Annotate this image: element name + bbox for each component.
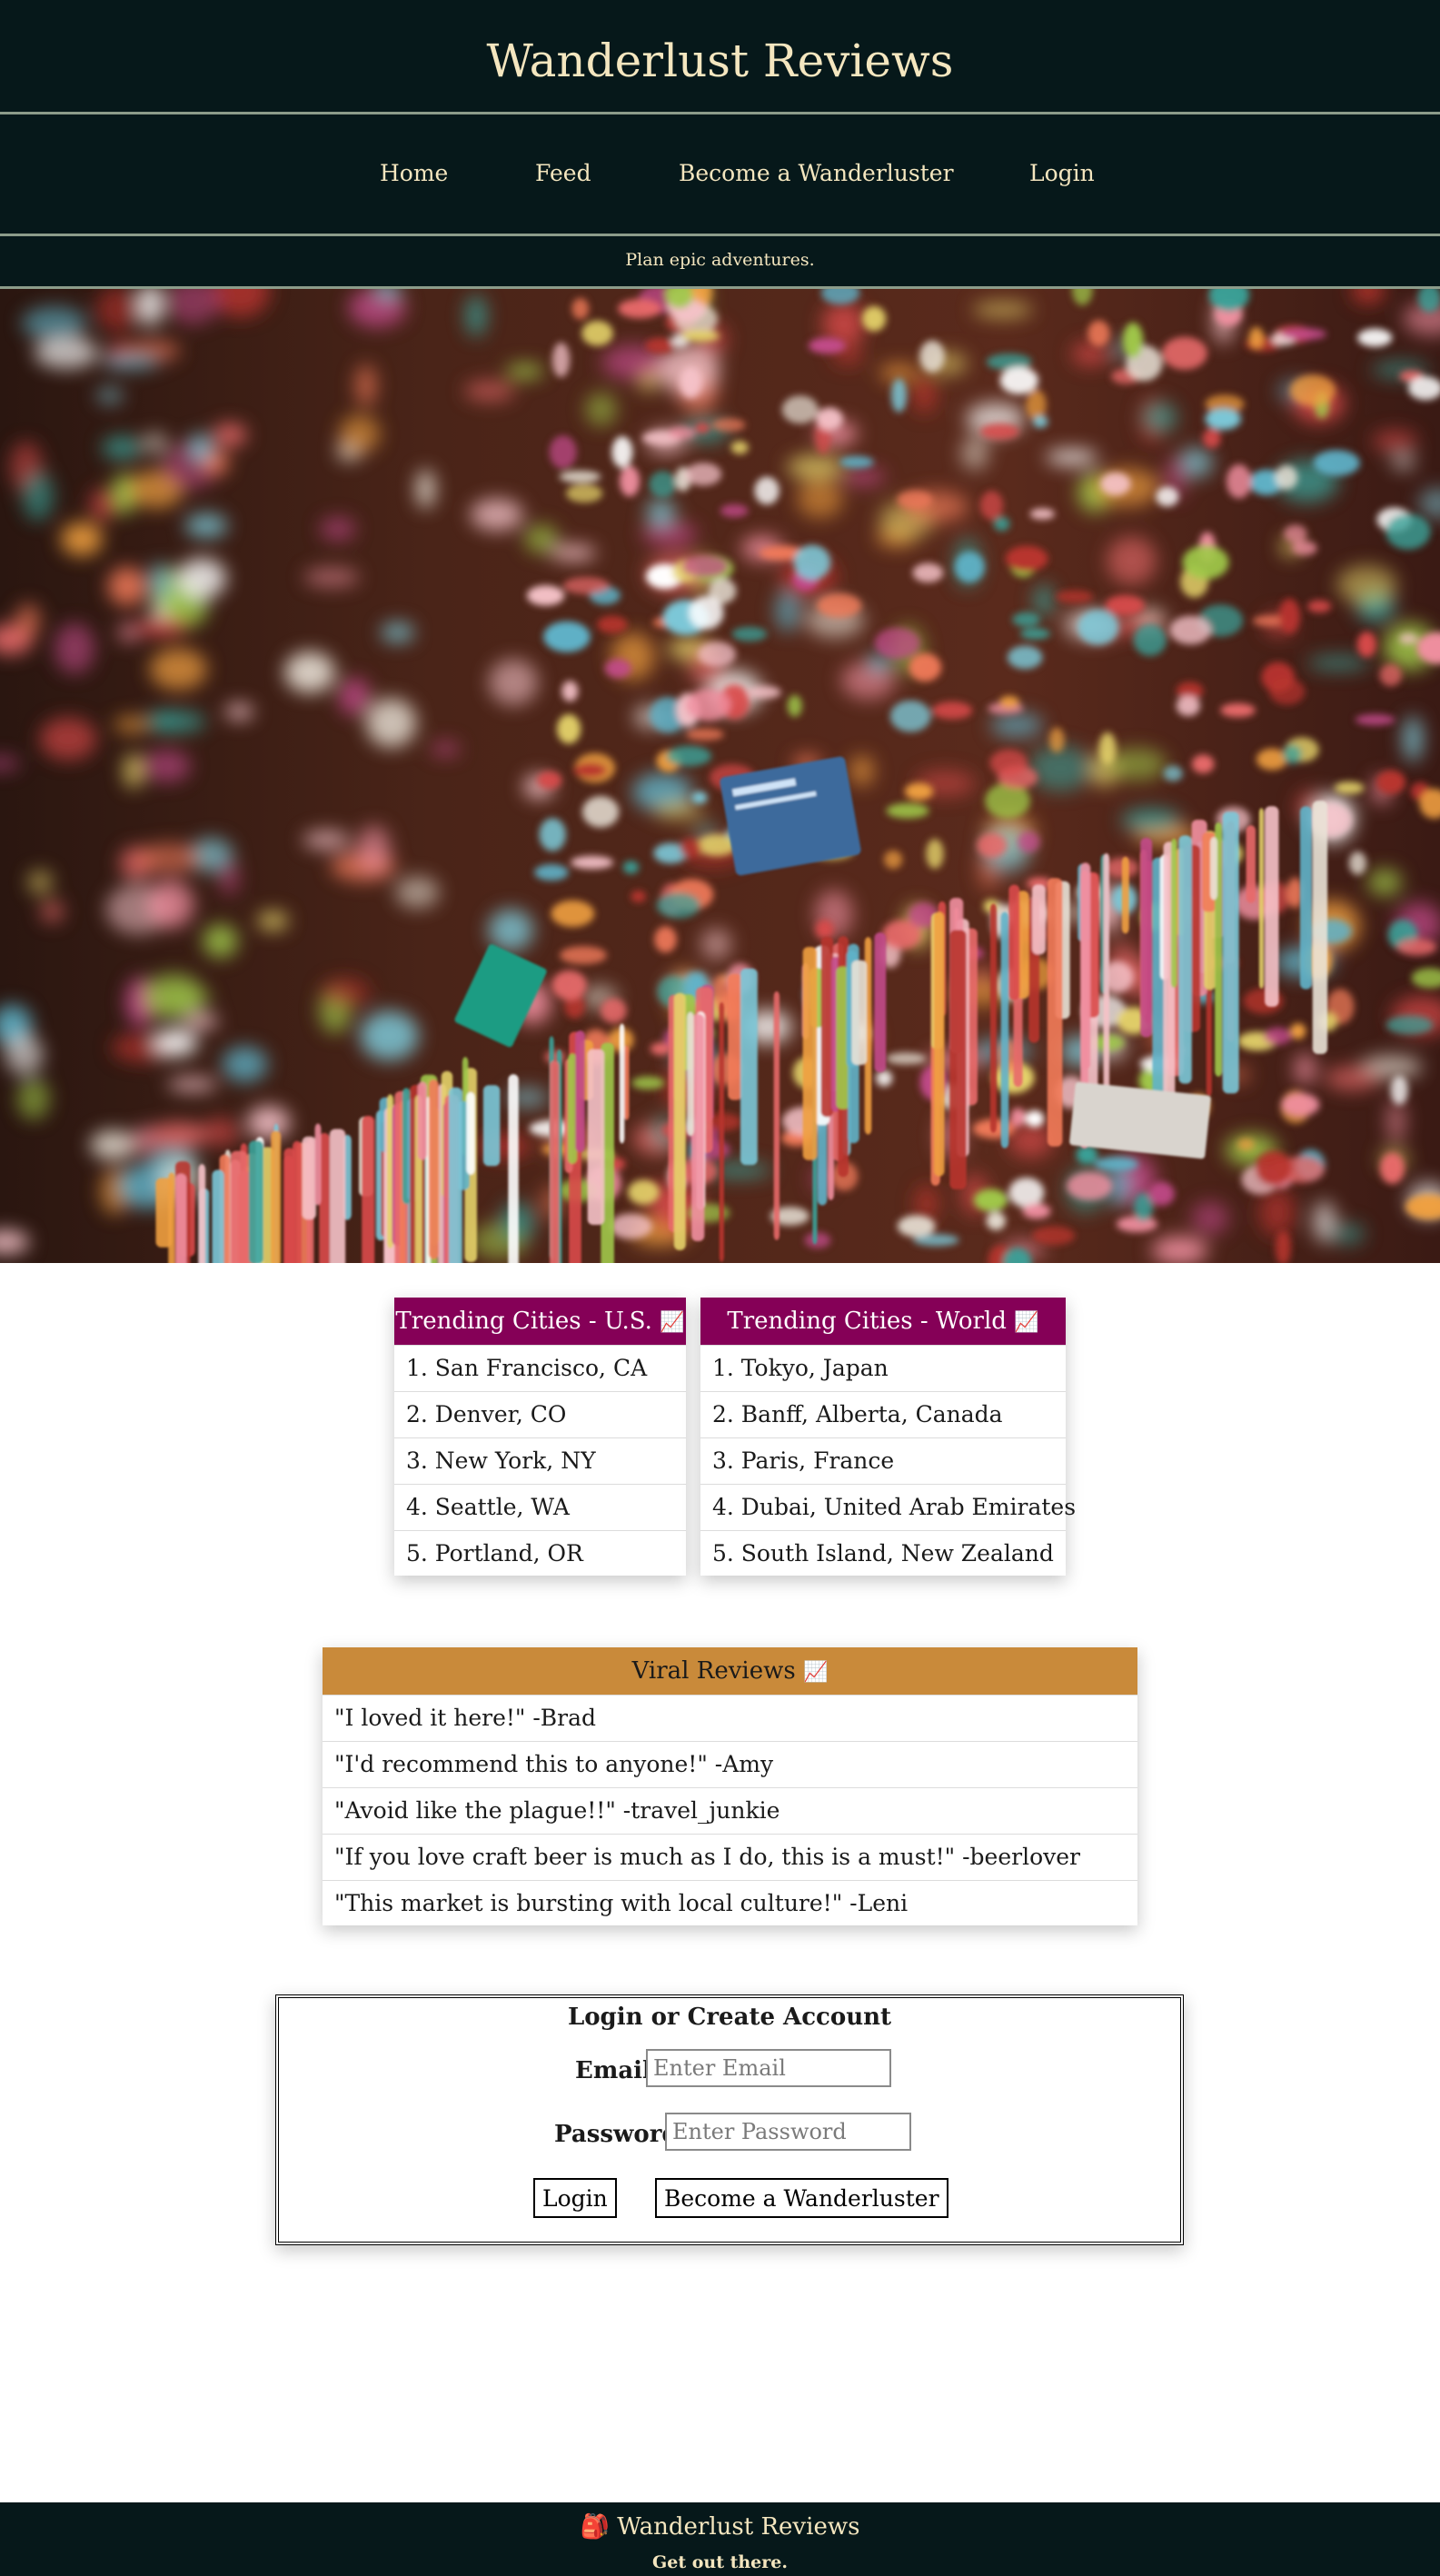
trending-us-item[interactable]: 2. Denver, CO (394, 1391, 686, 1437)
header-divider (0, 112, 1440, 114)
trending-us-title: Trending Cities - U.S. (395, 1308, 652, 1335)
become-wanderluster-button[interactable]: Become a Wanderluster (655, 2178, 948, 2218)
trending-us-item[interactable]: 5. Portland, OR (394, 1530, 686, 1576)
email-label: Email (575, 2057, 651, 2084)
review-item[interactable]: "Avoid like the plague!!" -travel_junkie (323, 1787, 1137, 1834)
login-form: Login or Create Account Email Password L… (275, 1994, 1184, 2245)
chart-increasing-icon: 📈 (802, 1661, 829, 1684)
gum-wall-photo (0, 289, 1440, 1263)
trending-world-title: Trending Cities - World (727, 1308, 1007, 1335)
backpack-icon: 🎒 (580, 2513, 610, 2541)
email-field[interactable] (646, 2049, 891, 2087)
review-item[interactable]: "I loved it here!" -Brad (323, 1695, 1137, 1741)
review-item[interactable]: "I'd recommend this to anyone!" -Amy (323, 1741, 1137, 1787)
hero-image (0, 289, 1440, 1263)
nav-login[interactable]: Login (1029, 160, 1095, 186)
viral-reviews-header: Viral Reviews 📈 (323, 1647, 1137, 1695)
footer-title: Wanderlust Reviews (617, 2513, 860, 2541)
trending-world-item[interactable]: 2. Banff, Alberta, Canada (700, 1391, 1066, 1437)
trending-world-card: Trending Cities - World 📈 1. Tokyo, Japa… (700, 1298, 1076, 1576)
password-field[interactable] (665, 2113, 911, 2151)
viral-reviews-title: Viral Reviews (631, 1657, 796, 1685)
trending-world-item[interactable]: 1. Tokyo, Japan (700, 1345, 1066, 1391)
review-item[interactable]: "This market is bursting with local cult… (323, 1880, 1137, 1926)
trending-world-item[interactable]: 3. Paris, France (700, 1437, 1066, 1484)
nav-divider (0, 234, 1440, 236)
login-button[interactable]: Login (533, 2178, 617, 2218)
nav-become-wanderluster[interactable]: Become a Wanderluster (679, 160, 954, 186)
site-header: Wanderlust Reviews Home Feed Become a Wa… (0, 0, 1440, 289)
footer-subtitle: Get out there. (652, 2552, 788, 2572)
login-title: Login or Create Account (567, 2004, 892, 2031)
trending-world-item[interactable]: 4. Dubai, United Arab Emirates (700, 1484, 1076, 1530)
password-label: Password (554, 2121, 679, 2148)
footer-title-row: 🎒 Wanderlust Reviews (0, 2513, 1440, 2541)
trending-world-header: Trending Cities - World 📈 (700, 1298, 1066, 1345)
tagline: Plan epic adventures. (625, 250, 815, 270)
chart-increasing-icon: 📈 (1014, 1311, 1039, 1334)
site-title: Wanderlust Reviews (486, 35, 954, 87)
nav-home[interactable]: Home (380, 160, 448, 186)
trending-us-item[interactable]: 4. Seattle, WA (394, 1484, 686, 1530)
viral-reviews-card: Viral Reviews 📈 "I loved it here!" -Brad… (323, 1647, 1137, 1925)
trending-us-header: Trending Cities - U.S. 📈 (394, 1298, 686, 1345)
site-footer: 🎒 Wanderlust Reviews Get out there. (0, 2502, 1440, 2576)
trending-world-item[interactable]: 5. South Island, New Zealand (700, 1530, 1066, 1576)
review-item[interactable]: "If you love craft beer is much as I do,… (323, 1834, 1137, 1880)
trending-us-item[interactable]: 1. San Francisco, CA (394, 1345, 686, 1391)
chart-increasing-icon: 📈 (660, 1311, 685, 1334)
trending-us-item[interactable]: 3. New York, NY (394, 1437, 686, 1484)
nav-feed[interactable]: Feed (535, 160, 591, 186)
trending-us-card: Trending Cities - U.S. 📈 1. San Francisc… (394, 1298, 686, 1576)
